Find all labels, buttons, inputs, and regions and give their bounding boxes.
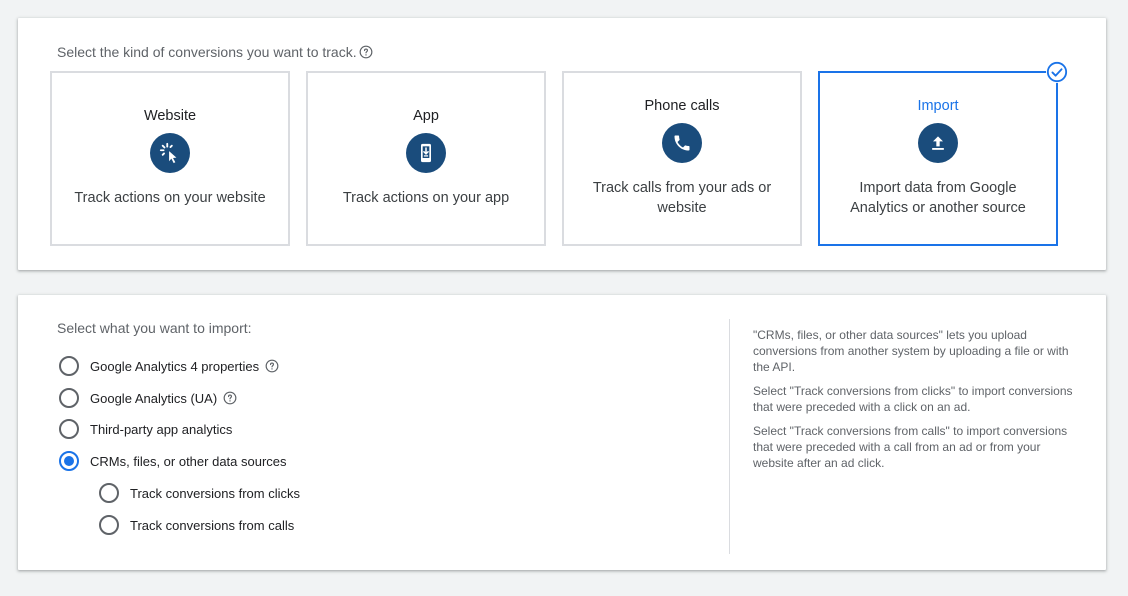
card-title: App (413, 108, 439, 124)
conversion-type-heading: Select the kind of conversions you want … (57, 44, 373, 60)
import-source-panel: Select what you want to import: Google A… (18, 295, 1106, 570)
import-card[interactable]: Import Import data from Google Analytics… (818, 61, 1068, 246)
vertical-divider (729, 319, 730, 554)
option-label: Google Analytics (UA) (90, 390, 218, 406)
card-description: Import data from Google Analytics or ano… (850, 180, 1026, 216)
conversion-type-panel: Select the kind of conversions you want … (18, 18, 1106, 270)
option-ga-ua[interactable]: Google Analytics (UA) (59, 388, 237, 408)
radio-button-checked[interactable] (59, 451, 79, 471)
cursor-click-icon (150, 133, 190, 173)
option-label: Track conversions from clicks (130, 485, 300, 501)
card-description: Track calls from your ads or website (592, 180, 772, 216)
phone-calls-card[interactable]: Phone calls Track calls from your ads or… (562, 71, 802, 246)
info-paragraph: Select "Track conversions from calls" to… (753, 424, 1068, 470)
import-heading: Select what you want to import: (57, 320, 252, 336)
check-circle-icon (1046, 61, 1068, 83)
option-label: Third-party app analytics (90, 421, 233, 437)
heading-text: Select the kind of conversions you want … (57, 44, 357, 60)
radio-button[interactable] (59, 356, 79, 376)
option-third-party[interactable]: Third-party app analytics (59, 419, 232, 439)
option-label: Google Analytics 4 properties (90, 358, 260, 374)
radio-button[interactable] (99, 483, 119, 503)
help-icon[interactable] (359, 45, 373, 59)
card-title: Website (143, 108, 197, 124)
info-sidebar: "CRMs, files, or other data sources" let… (753, 327, 1083, 479)
help-icon[interactable] (265, 359, 279, 373)
website-card[interactable]: Website Track actions on your website (50, 71, 290, 246)
phone-download-icon (406, 133, 446, 173)
option-ga4[interactable]: Google Analytics 4 properties (59, 356, 279, 376)
radio-button[interactable] (59, 388, 79, 408)
card-description: Track actions on your website (74, 190, 266, 206)
option-label: Track conversions from calls (130, 517, 295, 533)
card-title: Import (917, 98, 959, 114)
app-card[interactable]: App Track actions on your app (306, 71, 546, 246)
option-label: CRMs, files, or other data sources (90, 453, 287, 469)
help-icon[interactable] (223, 391, 237, 405)
option-track-clicks[interactable]: Track conversions from clicks (99, 483, 300, 503)
radio-button[interactable] (99, 515, 119, 535)
phone-icon (662, 123, 702, 163)
option-crm-files[interactable]: CRMs, files, or other data sources (59, 451, 287, 471)
card-title: Phone calls (644, 98, 720, 114)
upload-icon (918, 123, 958, 163)
card-description: Track actions on your app (342, 190, 510, 206)
option-track-calls[interactable]: Track conversions from calls (99, 515, 294, 535)
info-paragraph: Select "Track conversions from clicks" t… (753, 384, 1073, 414)
radio-button[interactable] (59, 419, 79, 439)
info-paragraph: "CRMs, files, or other data sources" let… (753, 328, 1069, 374)
